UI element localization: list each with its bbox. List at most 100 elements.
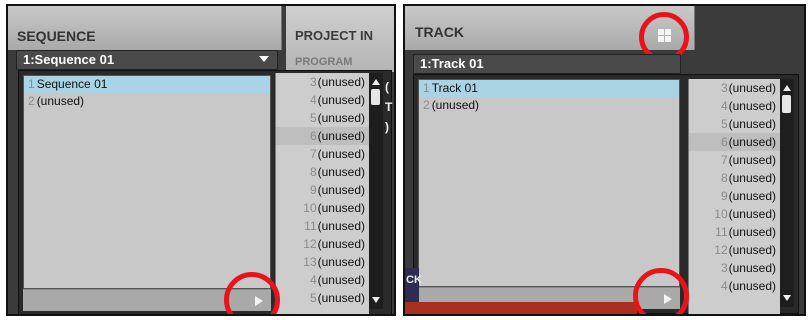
list-item[interactable]: 9(unused) xyxy=(276,181,369,199)
list-item-number: 5 xyxy=(309,291,317,305)
scroll-down-icon[interactable] xyxy=(372,297,380,303)
list-item-label: (unused) xyxy=(317,183,365,197)
list-item[interactable]: 6(unused) xyxy=(689,133,780,151)
list-item[interactable]: 7(unused) xyxy=(689,151,780,169)
list-item[interactable]: 5(unused) xyxy=(276,109,369,127)
list-item[interactable]: 11(unused) xyxy=(276,217,369,235)
scroll-thumb[interactable] xyxy=(371,89,380,105)
sequence-overflow-list: 3(unused) 4(unused) 5(unused) 6(unused) 7(un… xyxy=(275,73,369,314)
list-item[interactable]: 5(unused) xyxy=(689,115,780,133)
list-item-label: (unused) xyxy=(728,225,776,239)
list-item[interactable]: 3(unused) xyxy=(689,79,780,97)
sequence-dropdown-value: 1:Sequence 01 xyxy=(23,52,115,67)
list-item-label: (unused) xyxy=(728,279,776,293)
track-overflow-list: 3(unused) 4(unused) 5(unused) 6(unused) 7(un… xyxy=(688,79,780,314)
list-item[interactable]: 9(unused) xyxy=(689,187,780,205)
list-item-number: 8 xyxy=(309,165,317,179)
list-item-label: (unused) xyxy=(728,81,776,95)
track-popup: 1 Track 01 2 (unused) 3(unused) 4(unused) 5(u… xyxy=(413,74,799,314)
list-item-number: 3 xyxy=(720,81,728,95)
list-item-number: 7 xyxy=(309,147,317,161)
list-item-label: (unused) xyxy=(317,255,365,269)
list-item-label: (unused) xyxy=(317,273,365,287)
list-item[interactable]: 8(unused) xyxy=(276,163,369,181)
list-item-label: (unused) xyxy=(728,171,776,185)
highlight-circle xyxy=(633,268,689,314)
list-item-number: 10 xyxy=(714,207,728,221)
list-item-number: 4 xyxy=(720,279,728,293)
track-dropdown-value: 1:Track 01 xyxy=(420,56,484,71)
list-item[interactable]: 10(unused) xyxy=(276,199,369,217)
track-scrollbar[interactable] xyxy=(780,79,794,307)
list-item-label: (unused) xyxy=(728,153,776,167)
list-item-number: 1 xyxy=(423,81,430,95)
list-item-number: 12 xyxy=(714,243,728,257)
track-dropdown[interactable]: 1:Track 01 xyxy=(413,54,681,74)
scroll-up-icon[interactable] xyxy=(783,85,791,91)
list-item[interactable]: 4(unused) xyxy=(689,277,780,295)
sequence-dropdown[interactable]: 1:Sequence 01 xyxy=(16,50,278,70)
list-item-number: 2 xyxy=(28,94,35,108)
list-item-label: (unused) xyxy=(317,93,365,107)
track-list: 1 Track 01 2 (unused) xyxy=(418,79,680,287)
list-item-label: (unused) xyxy=(728,189,776,203)
scroll-thumb[interactable] xyxy=(782,95,791,113)
partial-text-line: ) xyxy=(385,120,389,134)
list-item[interactable]: 1 Sequence 01 xyxy=(24,76,270,93)
list-item-number: 10 xyxy=(303,201,317,215)
list-item-label: (unused) xyxy=(728,243,776,257)
project-info-title: PROJECT IN xyxy=(295,28,374,43)
sequence-popup: 1 Sequence 01 2 (unused) 3(unused) 4(unused)… xyxy=(18,70,393,314)
list-item[interactable]: 7(unused) xyxy=(276,145,369,163)
list-item[interactable]: 5(unused) xyxy=(276,289,369,307)
list-item-number: 3 xyxy=(720,261,728,275)
list-item[interactable]: 10(unused) xyxy=(689,205,780,223)
list-item[interactable]: 6(unused) xyxy=(276,127,369,145)
sequence-scrollbar[interactable] xyxy=(369,73,383,309)
list-item[interactable]: 12(unused) xyxy=(689,241,780,259)
list-item[interactable]: 12(unused) xyxy=(276,235,369,253)
list-item-number: 6 xyxy=(309,129,317,143)
list-item[interactable]: 8(unused) xyxy=(689,169,780,187)
list-item-number: 7 xyxy=(720,153,728,167)
list-item-label: (unused) xyxy=(728,261,776,275)
list-item-number: 11 xyxy=(715,225,728,239)
list-item[interactable]: 3(unused) xyxy=(689,259,780,277)
scroll-down-icon[interactable] xyxy=(783,295,791,301)
list-item-label: (unused) xyxy=(728,135,776,149)
list-item-number: 6 xyxy=(720,135,728,149)
list-item-label: (unused) xyxy=(317,201,365,215)
list-item[interactable]: 2 (unused) xyxy=(419,97,679,114)
list-item[interactable]: 4(unused) xyxy=(276,91,369,109)
list-item-number: 13 xyxy=(303,255,317,269)
list-item-label: (unused) xyxy=(317,147,365,161)
list-item-number: 8 xyxy=(720,171,728,185)
list-item-label: (unused) xyxy=(317,291,365,305)
list-item-label: (unused) xyxy=(317,165,365,179)
track-panel: TRACK 1:Track 01 1 Track 01 2 (unused) 3(un… xyxy=(403,4,806,316)
list-item-label: (unused) xyxy=(728,99,776,113)
list-item[interactable]: 1 Track 01 xyxy=(419,80,679,97)
list-item[interactable]: 4(unused) xyxy=(276,271,369,289)
list-item-label: (unused) xyxy=(317,75,365,89)
list-item-label: (unused) xyxy=(431,98,480,112)
background-record-strip xyxy=(405,302,637,314)
list-item-number: 11 xyxy=(304,219,317,233)
list-item-label: (unused) xyxy=(317,111,365,125)
list-item[interactable]: 3(unused) xyxy=(276,73,369,91)
list-item-number: 4 xyxy=(309,273,317,287)
list-item[interactable]: 13(unused) xyxy=(276,253,369,271)
sequence-list: 1 Sequence 01 2 (unused) xyxy=(23,75,271,289)
list-item-number: 3 xyxy=(309,75,317,89)
list-item-number: 4 xyxy=(309,93,317,107)
list-item[interactable]: 2 (unused) xyxy=(24,93,270,110)
list-item[interactable]: 4(unused) xyxy=(689,97,780,115)
list-item-label: Sequence 01 xyxy=(36,77,108,91)
list-item-label: Track 01 xyxy=(431,81,478,95)
program-label: PROGRAM xyxy=(295,56,353,68)
list-item-number: 2 xyxy=(423,98,430,112)
list-item[interactable]: 11(unused) xyxy=(689,223,780,241)
list-item-number: 4 xyxy=(720,99,728,113)
partial-text-line: T xyxy=(385,100,393,114)
scroll-up-icon[interactable] xyxy=(372,79,380,85)
